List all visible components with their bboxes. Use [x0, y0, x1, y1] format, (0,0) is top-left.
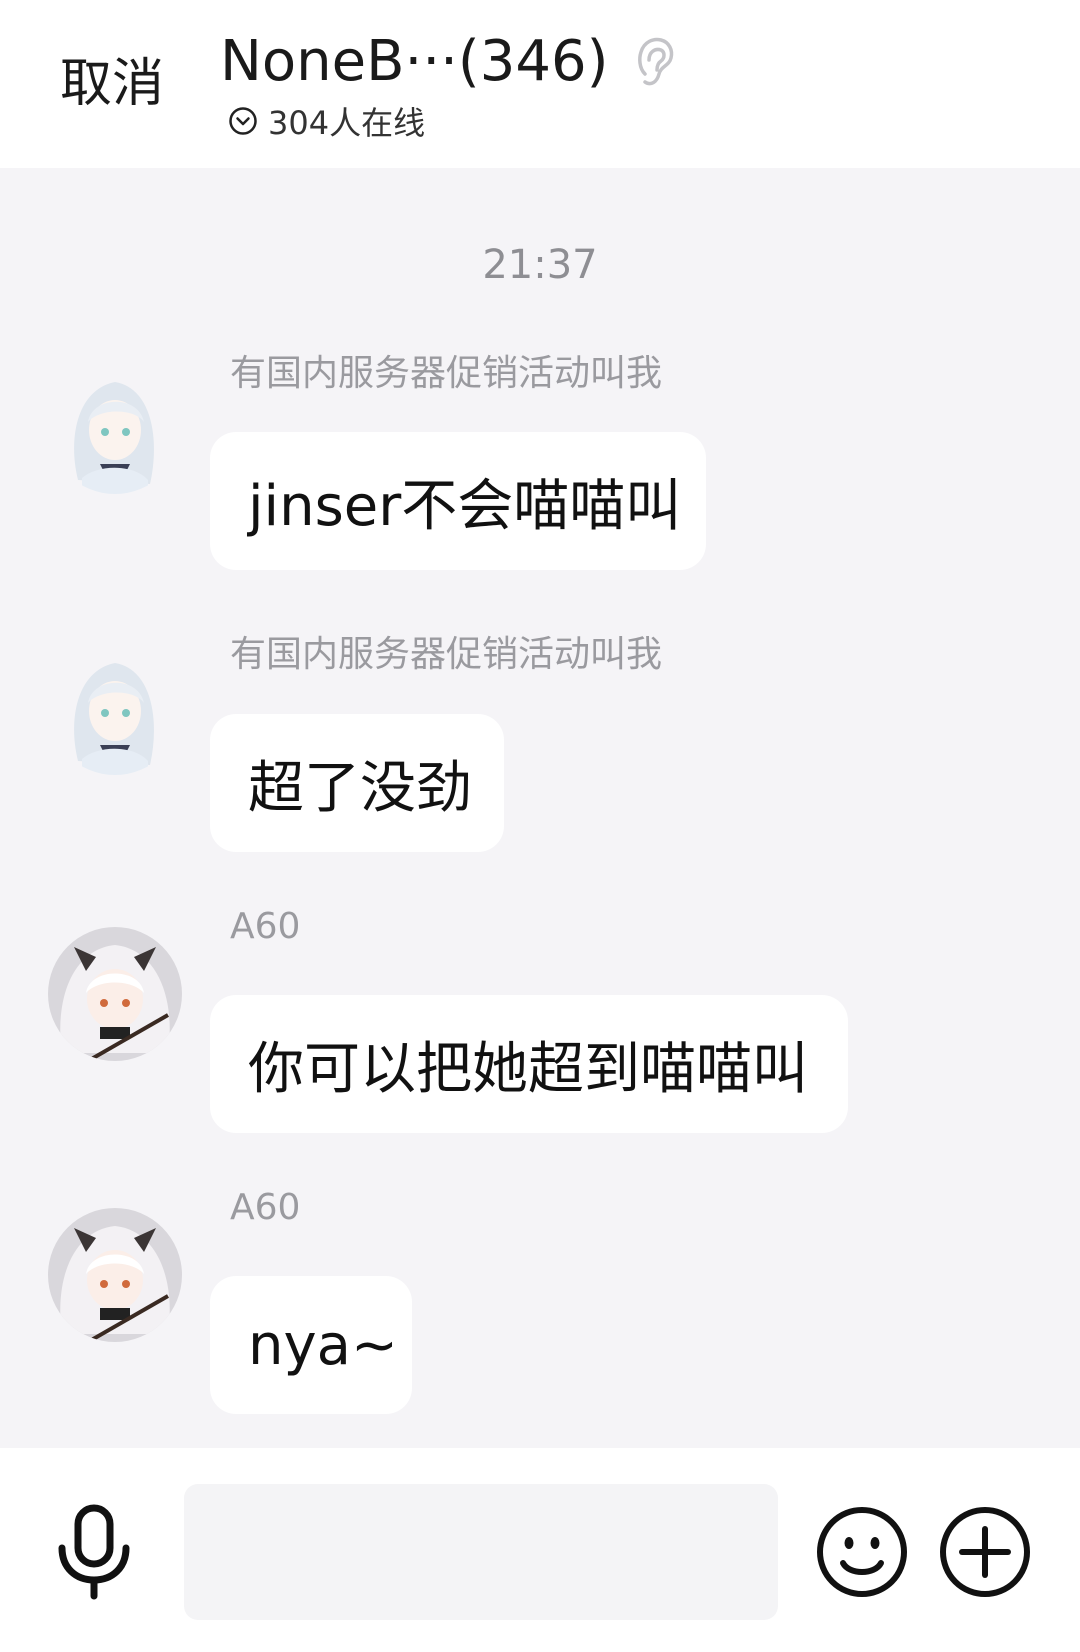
- emoji-icon[interactable]: [815, 1505, 909, 1599]
- avatar[interactable]: [48, 641, 182, 775]
- anime-avatar-white-hair-icon: [48, 641, 182, 775]
- group-title[interactable]: NoneB···(346): [220, 28, 609, 96]
- microphone-icon[interactable]: [56, 1504, 132, 1600]
- cancel-button[interactable]: 取消: [60, 52, 164, 116]
- message-bubble[interactable]: 你可以把她超到喵喵叫: [210, 995, 848, 1133]
- online-status[interactable]: 304人在线: [228, 100, 425, 142]
- message-bubble[interactable]: 超了没劲: [210, 714, 504, 852]
- anime-avatar-horned-icon: [48, 1208, 182, 1342]
- message-input[interactable]: [184, 1484, 778, 1620]
- ear-icon[interactable]: [635, 34, 675, 90]
- sender-name: A60: [230, 906, 301, 947]
- sender-name: A60: [230, 1187, 301, 1228]
- plus-circle-icon[interactable]: [938, 1505, 1032, 1599]
- avatar[interactable]: [48, 1208, 182, 1342]
- sender-name: 有国内服务器促销活动叫我: [230, 353, 663, 394]
- message-timestamp: 21:37: [482, 242, 598, 288]
- avatar[interactable]: [48, 927, 182, 1061]
- chat-header: 取消 NoneB···(346) 304人在线: [0, 0, 1080, 168]
- title-row: NoneB···(346): [220, 28, 675, 96]
- input-bar: [0, 1448, 1080, 1652]
- message-bubble[interactable]: jinser不会喵喵叫: [210, 432, 706, 570]
- anime-avatar-horned-icon: [48, 927, 182, 1061]
- chat-screen: 取消 NoneB···(346) 304人在线 21:37 有国内服务器促销活动…: [0, 0, 1080, 1652]
- sender-name: 有国内服务器促销活动叫我: [230, 634, 663, 675]
- anime-avatar-white-hair-icon: [48, 360, 182, 494]
- online-count: 304人在线: [268, 104, 426, 142]
- message-bubble[interactable]: nya~: [210, 1276, 412, 1414]
- avatar[interactable]: [48, 360, 182, 494]
- chevron-circle-icon: [229, 107, 257, 135]
